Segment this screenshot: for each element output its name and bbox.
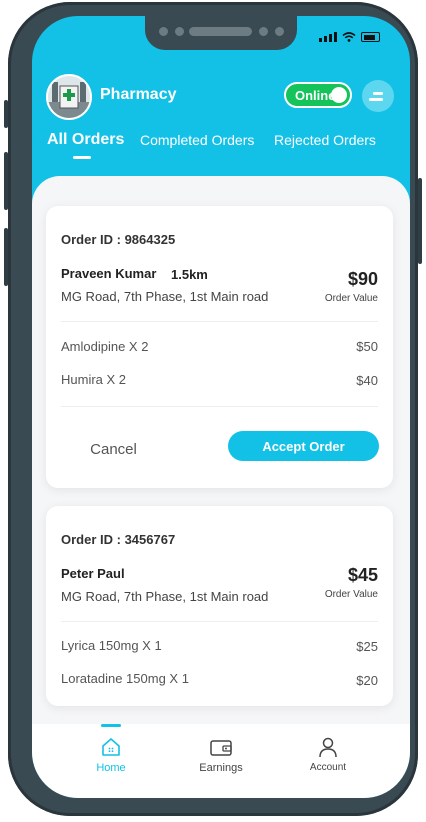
pharmacy-store-icon: [48, 76, 90, 118]
notch-speaker: [189, 27, 252, 36]
order-item-name: Humira X 2: [61, 372, 127, 387]
order-card[interactable]: Order ID : 3456767 Peter Paul MG Road, 7…: [46, 506, 393, 706]
menu-button[interactable]: [362, 80, 394, 112]
power-button: [418, 178, 422, 264]
order-card[interactable]: Order ID : 9864325 Praveen Kumar 1.5km M…: [46, 206, 393, 488]
customer-name: Praveen Kumar: [61, 266, 157, 281]
tab-rejected-orders[interactable]: Rejected Orders: [274, 132, 376, 148]
nav-home[interactable]: Home: [71, 736, 151, 774]
notch: [145, 16, 297, 50]
pharmacy-title: Pharmacy: [100, 86, 177, 103]
status-bar: [319, 32, 380, 42]
divider: [61, 621, 378, 622]
accept-order-button[interactable]: Accept Order: [228, 431, 379, 461]
app-header: Pharmacy Online: [32, 72, 410, 122]
tab-completed-orders[interactable]: Completed Orders: [140, 132, 254, 148]
cancel-button[interactable]: Cancel: [61, 441, 166, 458]
wifi-icon: [342, 32, 356, 42]
nav-account[interactable]: Account: [288, 736, 368, 773]
pharmacy-avatar[interactable]: [46, 74, 92, 120]
order-item-name: Lyrica 150mg X 1: [61, 638, 162, 653]
bottom-nav: Home Earnings Account: [32, 724, 410, 798]
phone-frame: Pharmacy Online All Orders Completed Ord…: [4, 2, 422, 816]
online-toggle-label: Online: [295, 88, 336, 103]
nav-account-label: Account: [309, 762, 347, 773]
order-item-price: $50: [356, 339, 378, 354]
order-total: $45: [347, 565, 378, 585]
nav-home-label: Home: [96, 762, 126, 774]
customer-distance: 1.5km: [171, 267, 208, 282]
order-id: Order ID : 9864325: [61, 232, 176, 247]
divider: [61, 406, 378, 407]
order-item-name: Amlodipine X 2: [61, 339, 149, 354]
signal-icon: [319, 32, 337, 42]
order-item-name: Loratadine 150mg X 1: [61, 671, 189, 686]
order-total: $90: [347, 269, 378, 289]
notch-sensor: [159, 27, 168, 36]
divider: [61, 321, 378, 322]
order-total-label: Order Value: [324, 293, 378, 304]
notch-sensor: [175, 27, 184, 36]
home-icon: [102, 738, 120, 756]
customer-address: MG Road, 7th Phase, 1st Main road: [61, 289, 269, 304]
order-tabs: All Orders Completed Orders Rejected Ord…: [32, 131, 410, 162]
customer-name: Peter Paul: [61, 566, 125, 581]
battery-icon: [361, 32, 380, 42]
nav-earnings[interactable]: Earnings: [181, 736, 261, 774]
order-item-price: $40: [356, 373, 378, 388]
toggle-knob: [331, 87, 347, 103]
customer-address: MG Road, 7th Phase, 1st Main road: [61, 589, 269, 604]
nav-earnings-label: Earnings: [199, 762, 243, 774]
online-toggle[interactable]: Online: [284, 82, 352, 108]
front-camera: [275, 27, 284, 36]
notch-sensor: [259, 27, 268, 36]
mute-switch: [4, 100, 8, 128]
tab-all-orders[interactable]: All Orders: [47, 131, 124, 149]
volume-down-button: [4, 228, 8, 286]
volume-up-button: [4, 152, 8, 210]
order-item-price: $20: [356, 673, 378, 688]
active-tab-indicator: [73, 156, 91, 159]
wallet-icon: [210, 740, 232, 756]
active-nav-indicator: [101, 724, 121, 727]
orders-list: Order ID : 9864325 Praveen Kumar 1.5km M…: [32, 176, 410, 736]
app-screen: Pharmacy Online All Orders Completed Ord…: [32, 16, 410, 798]
user-icon: [319, 737, 337, 758]
order-id: Order ID : 3456767: [61, 532, 176, 547]
order-total-label: Order Value: [324, 589, 378, 600]
order-item-price: $25: [356, 639, 378, 654]
